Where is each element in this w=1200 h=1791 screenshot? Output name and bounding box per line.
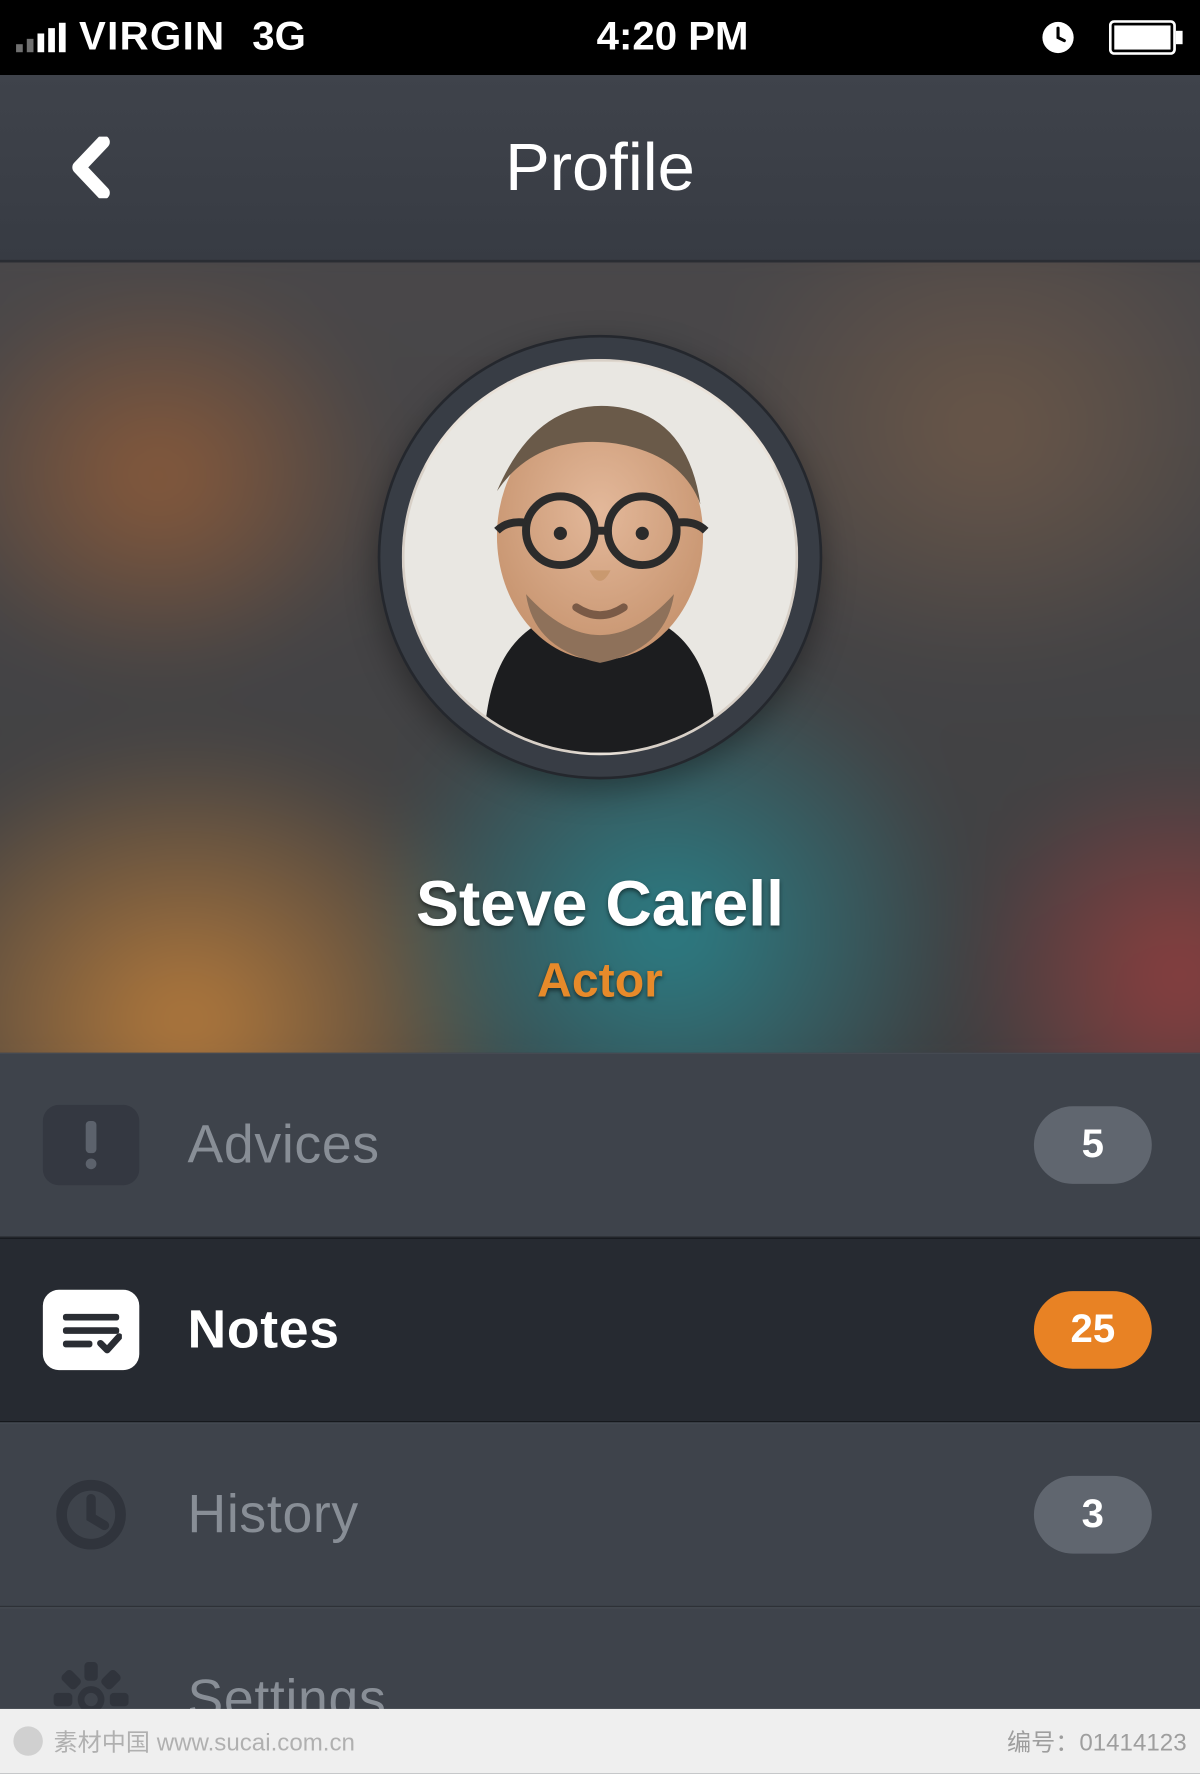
carrier-label: VIRGIN: [79, 15, 225, 61]
code-value: 01414123: [1079, 1729, 1186, 1756]
back-button[interactable]: [38, 114, 145, 221]
profile-name: Steve Carell: [416, 868, 784, 942]
signal-icon: [16, 23, 66, 52]
menu-list: Advices 5 Notes 25: [0, 1053, 1200, 1774]
notes-icon: [43, 1290, 139, 1370]
count-badge: 5: [1034, 1106, 1152, 1184]
menu-item-advices[interactable]: Advices 5: [0, 1053, 1200, 1238]
code-label: 编号：: [1007, 1729, 1079, 1756]
count-badge: 3: [1034, 1476, 1152, 1554]
network-label: 3G: [252, 15, 306, 61]
profile-role: Actor: [537, 952, 663, 1008]
watermark-code: 编号：01414123: [1007, 1724, 1187, 1759]
menu-label: Advices: [188, 1115, 986, 1175]
history-icon: [43, 1475, 139, 1555]
count-badge: 25: [1034, 1291, 1152, 1369]
watermark-text: 素材中国 www.sucai.com.cn: [13, 1724, 355, 1759]
watermark-label: 素材中国 www.sucai.com.cn: [54, 1724, 355, 1759]
menu-label: History: [188, 1485, 986, 1545]
menu-item-history[interactable]: History 3: [0, 1422, 1200, 1607]
app-screen: VIRGIN 3G 4:20 PM Profile: [0, 0, 1200, 1773]
watermark-logo-icon: [13, 1726, 42, 1755]
page-title: Profile: [0, 129, 1200, 207]
alarm-icon: [1039, 19, 1077, 57]
battery-icon: [1109, 20, 1184, 55]
alert-icon: [43, 1105, 139, 1185]
menu-item-notes[interactable]: Notes 25: [0, 1238, 1200, 1423]
status-bar: VIRGIN 3G 4:20 PM: [0, 0, 1200, 75]
status-time: 4:20 PM: [319, 15, 1026, 61]
avatar[interactable]: [378, 335, 823, 780]
nav-bar: Profile: [0, 75, 1200, 263]
watermark-bar: 素材中国 www.sucai.com.cn 编号：01414123: [0, 1709, 1200, 1773]
profile-hero: Steve Carell Actor: [0, 263, 1200, 1053]
menu-label: Notes: [188, 1300, 986, 1360]
